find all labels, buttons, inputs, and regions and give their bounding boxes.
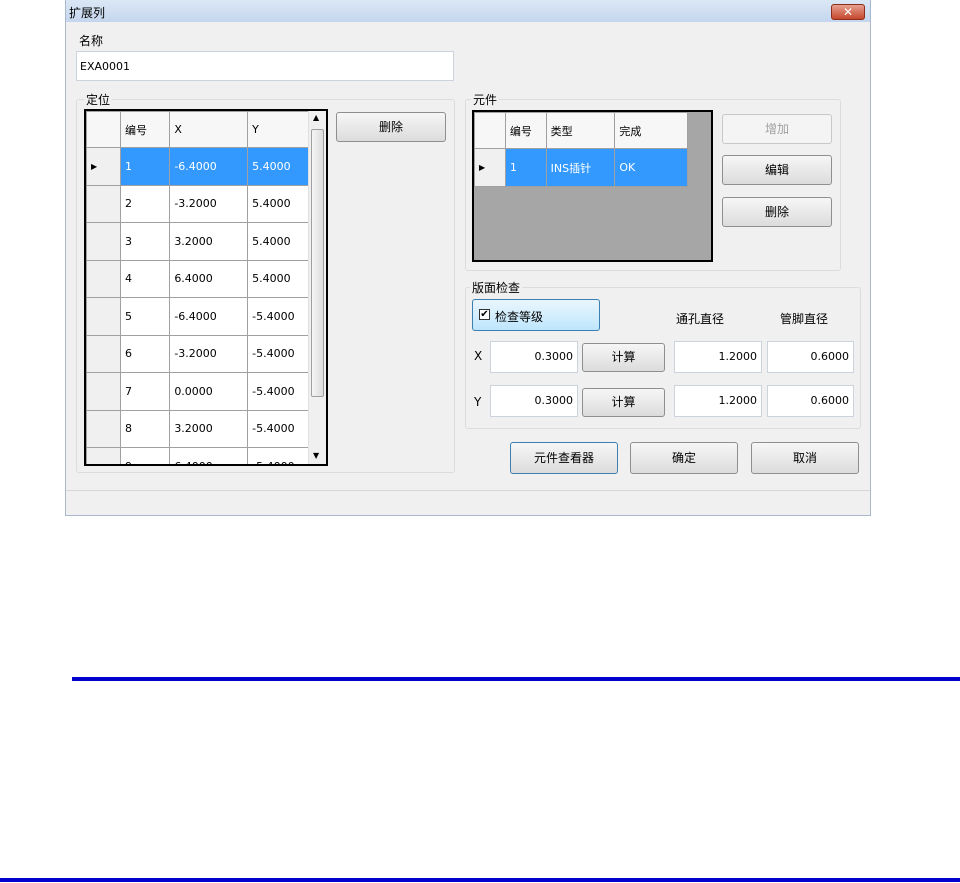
- edit-component-label: 编辑: [764, 163, 789, 177]
- axis-x-label: X: [474, 349, 483, 363]
- position-group-label: 定位: [84, 91, 113, 108]
- row-header[interactable]: [86, 447, 121, 464]
- name-label: 名称: [79, 34, 104, 48]
- table-cell[interactable]: 1: [119, 147, 171, 186]
- board-check-label: 版面检查: [470, 279, 523, 296]
- table-cell[interactable]: OK: [614, 148, 688, 187]
- scroll-down-icon[interactable]: ▼: [313, 451, 319, 460]
- y-calculate-button[interactable]: 计算: [582, 388, 665, 417]
- x-tolerance-input[interactable]: 0.3000: [490, 341, 578, 373]
- close-button[interactable]: ✕: [831, 4, 865, 20]
- component-table[interactable]: 编号 类型 完成 ▶ 1 INS插针 OK: [472, 110, 713, 262]
- scrollbar-thumb[interactable]: [311, 129, 324, 397]
- row-header[interactable]: [86, 372, 121, 411]
- table-cell[interactable]: 6: [119, 334, 171, 373]
- table-cell[interactable]: 8: [119, 409, 171, 448]
- row-header[interactable]: [86, 334, 121, 373]
- table-row[interactable]: 5 -6.4000 -5.4000: [86, 297, 326, 336]
- table-cell[interactable]: 6.4000: [169, 447, 249, 464]
- table-cell[interactable]: -6.4000: [169, 297, 249, 336]
- row-header-corner: [474, 112, 506, 149]
- table-cell[interactable]: -3.2000: [169, 334, 249, 373]
- current-row-icon[interactable]: ▶: [474, 148, 506, 187]
- row-header[interactable]: [86, 409, 121, 448]
- component-viewer-label: 元件查看器: [533, 451, 594, 465]
- table-cell[interactable]: 7: [119, 372, 171, 411]
- table-row[interactable]: 7 0.0000 -5.4000: [86, 372, 326, 411]
- ok-button[interactable]: 确定: [630, 442, 738, 474]
- cancel-button[interactable]: 取消: [751, 442, 859, 474]
- x-via-input[interactable]: 1.2000: [674, 341, 762, 373]
- table-cell[interactable]: 6.4000: [169, 259, 249, 298]
- row-header-corner: [86, 111, 121, 148]
- row-header[interactable]: [86, 184, 121, 223]
- via-diameter-label: 通孔直径: [676, 312, 725, 326]
- y-pin-input[interactable]: 0.6000: [767, 385, 854, 417]
- table-cell[interactable]: 2: [119, 184, 171, 223]
- divider-line: [72, 677, 960, 681]
- table-row[interactable]: 6 -3.2000 -5.4000: [86, 334, 326, 373]
- add-component-button[interactable]: 增加: [722, 114, 832, 144]
- table-cell[interactable]: 9: [119, 447, 171, 464]
- table-row[interactable]: 3 3.2000 5.4000: [86, 222, 326, 261]
- table-row[interactable]: ▶ 1 INS插针 OK: [474, 148, 688, 187]
- window-title: 扩展列: [69, 6, 106, 20]
- x-pin-input[interactable]: 0.6000: [767, 341, 854, 373]
- y-via-input[interactable]: 1.2000: [674, 385, 762, 417]
- table-cell[interactable]: -3.2000: [169, 184, 249, 223]
- checkbox-icon[interactable]: ✔: [479, 309, 490, 320]
- table-cell[interactable]: 3: [119, 222, 171, 261]
- scroll-up-icon[interactable]: ▲: [313, 113, 319, 122]
- close-icon: ✕: [842, 5, 854, 19]
- position-table-scrollbar[interactable]: ▲ ▼: [308, 111, 326, 464]
- table-cell[interactable]: 0.0000: [169, 372, 249, 411]
- table-row[interactable]: 8 3.2000 -5.4000: [86, 409, 326, 448]
- table-row[interactable]: 96.4000-5.4000: [86, 447, 326, 464]
- delete-position-button[interactable]: 删除: [336, 112, 446, 142]
- column-header[interactable]: X: [169, 111, 249, 148]
- name-input-value: EXA0001: [80, 60, 131, 73]
- column-header[interactable]: 编号: [119, 111, 171, 148]
- axis-y-label: Y: [474, 395, 482, 409]
- add-component-label: 增加: [764, 122, 789, 136]
- table-row[interactable]: 2 -3.2000 5.4000: [86, 184, 326, 223]
- column-header[interactable]: 类型: [545, 112, 616, 149]
- check-level-label: 检查等级: [495, 310, 544, 324]
- row-header[interactable]: [86, 222, 121, 261]
- table-cell[interactable]: -6.4000: [169, 147, 249, 186]
- delete-position-label: 删除: [378, 120, 403, 134]
- pin-diameter-label: 管脚直径: [780, 312, 829, 326]
- table-row[interactable]: 4 6.4000 5.4000: [86, 259, 326, 298]
- y-tolerance-input[interactable]: 0.3000: [490, 385, 578, 417]
- dialog-window: 扩展列 ✕ 名称 EXA0001 定位 编号 X Y ▶ 1 -6.4000 5.40…: [65, 0, 871, 516]
- check-level-toggle[interactable]: ✔ 检查等级: [472, 299, 600, 331]
- status-bar: [66, 490, 870, 515]
- ok-label: 确定: [671, 451, 696, 465]
- edit-component-button[interactable]: 编辑: [722, 155, 832, 185]
- position-table[interactable]: 编号 X Y ▶ 1 -6.4000 5.4000 2 -3.2000 5.4000 3 3.2…: [84, 109, 328, 466]
- divider-line: [0, 878, 960, 882]
- component-group-label: 元件: [471, 91, 500, 108]
- row-header[interactable]: [86, 297, 121, 336]
- current-row-icon[interactable]: ▶: [86, 147, 121, 186]
- x-calculate-button[interactable]: 计算: [582, 343, 665, 372]
- table-cell[interactable]: 1: [504, 148, 547, 187]
- delete-component-label: 删除: [764, 205, 789, 219]
- delete-component-button[interactable]: 删除: [722, 197, 832, 227]
- table-cell[interactable]: 5: [119, 297, 171, 336]
- row-header[interactable]: [86, 259, 121, 298]
- table-cell[interactable]: 3.2000: [169, 409, 249, 448]
- component-viewer-button[interactable]: 元件查看器: [510, 442, 618, 474]
- column-header[interactable]: 完成: [614, 112, 688, 149]
- title-bar[interactable]: 扩展列 ✕: [66, 0, 870, 22]
- table-cell[interactable]: 4: [119, 259, 171, 298]
- table-cell[interactable]: INS插针: [545, 148, 616, 187]
- column-header[interactable]: 编号: [504, 112, 547, 149]
- table-row[interactable]: ▶ 1 -6.4000 5.4000: [86, 147, 326, 186]
- cancel-label: 取消: [792, 451, 817, 465]
- table-cell[interactable]: 3.2000: [169, 222, 249, 261]
- x-calculate-label: 计算: [611, 350, 636, 364]
- name-input[interactable]: EXA0001: [76, 51, 454, 81]
- y-calculate-label: 计算: [611, 395, 636, 409]
